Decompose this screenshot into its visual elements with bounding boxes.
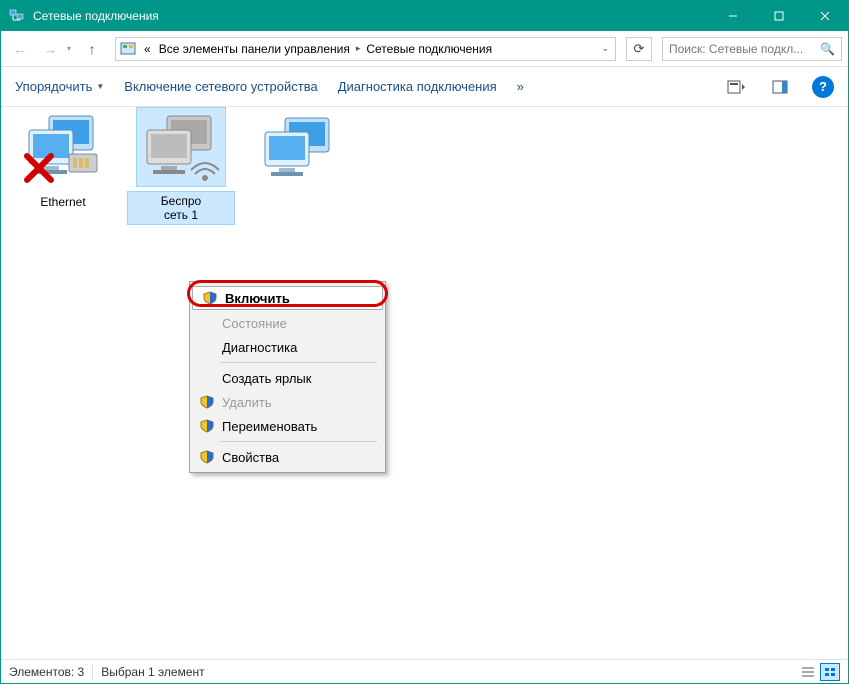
cm-diagnose[interactable]: Диагностика <box>190 335 385 359</box>
details-view-button[interactable] <box>798 663 818 681</box>
navigation-bar: ← → ▾ ↑ « Все элементы панели управления… <box>1 31 848 67</box>
view-options-button[interactable] <box>724 75 748 99</box>
icons-view-button[interactable] <box>820 663 840 681</box>
maximize-button[interactable] <box>756 1 802 31</box>
connection-label <box>245 193 353 197</box>
network-icon <box>254 109 344 189</box>
cm-delete: Удалить <box>190 390 385 414</box>
window-title: Сетевые подключения <box>33 9 710 23</box>
context-menu: Включить Состояние Диагностика Создать я… <box>189 281 386 473</box>
breadcrumb-prefix: « <box>140 42 155 56</box>
selection-text: Выбран 1 элемент <box>101 665 204 679</box>
connections-area: Ethernet Беспро сеть 1 <box>1 107 848 647</box>
toolbar-overflow-button[interactable]: » <box>517 79 524 94</box>
back-button[interactable]: ← <box>7 36 33 62</box>
breadcrumb-1[interactable]: Все элементы панели управления <box>155 42 354 56</box>
search-input[interactable]: Поиск: Сетевые подкл... 🔍 <box>662 37 842 61</box>
wireless-icon <box>136 107 226 187</box>
close-button[interactable] <box>802 1 848 31</box>
shield-icon <box>198 395 216 409</box>
cm-separator <box>220 362 377 363</box>
cm-rename[interactable]: Переименовать <box>190 414 385 438</box>
preview-pane-button[interactable] <box>768 75 792 99</box>
cm-enable[interactable]: Включить <box>192 286 383 310</box>
connection-wireless[interactable]: Беспро сеть 1 <box>127 107 235 225</box>
cm-properties[interactable]: Свойства <box>190 445 385 469</box>
refresh-button[interactable]: ⟳ <box>626 37 652 61</box>
connection-label: Беспро сеть 1 <box>127 191 235 225</box>
ethernet-icon <box>18 109 108 189</box>
search-icon: 🔍 <box>820 42 835 56</box>
app-icon <box>9 8 25 24</box>
status-bar: Элементов: 3 Выбран 1 элемент <box>1 659 848 683</box>
item-count: Элементов: 3 <box>9 665 84 679</box>
diagnose-connection-button[interactable]: Диагностика подключения <box>338 79 497 94</box>
help-button[interactable]: ? <box>812 76 834 98</box>
control-panel-icon <box>120 41 136 57</box>
minimize-button[interactable] <box>710 1 756 31</box>
shield-icon <box>198 419 216 433</box>
enable-device-button[interactable]: Включение сетевого устройства <box>124 79 317 94</box>
address-bar[interactable]: « Все элементы панели управления ▸ Сетев… <box>115 37 616 61</box>
breadcrumb-2[interactable]: Сетевые подключения <box>362 42 496 56</box>
cm-separator <box>220 441 377 442</box>
breadcrumb-sep-icon[interactable]: ▸ <box>354 43 363 54</box>
search-placeholder: Поиск: Сетевые подкл... <box>669 42 803 56</box>
cm-status: Состояние <box>190 311 385 335</box>
connection-ethernet[interactable]: Ethernet <box>9 109 117 211</box>
cm-create-shortcut[interactable]: Создать ярлык <box>190 366 385 390</box>
connection-label: Ethernet <box>9 193 117 211</box>
forward-button: → <box>37 36 63 62</box>
titlebar: Сетевые подключения <box>1 1 848 31</box>
address-dropdown-icon[interactable]: ⌄ <box>595 43 615 54</box>
command-bar: Упорядочить ▼ Включение сетевого устройс… <box>1 67 848 107</box>
history-dropdown[interactable]: ▾ <box>67 44 71 53</box>
shield-icon <box>201 291 219 305</box>
chevron-down-icon: ▼ <box>96 82 104 91</box>
organize-button[interactable]: Упорядочить ▼ <box>15 79 104 94</box>
shield-icon <box>198 450 216 464</box>
connection-unnamed[interactable] <box>245 109 353 197</box>
up-button[interactable]: ↑ <box>79 36 105 62</box>
